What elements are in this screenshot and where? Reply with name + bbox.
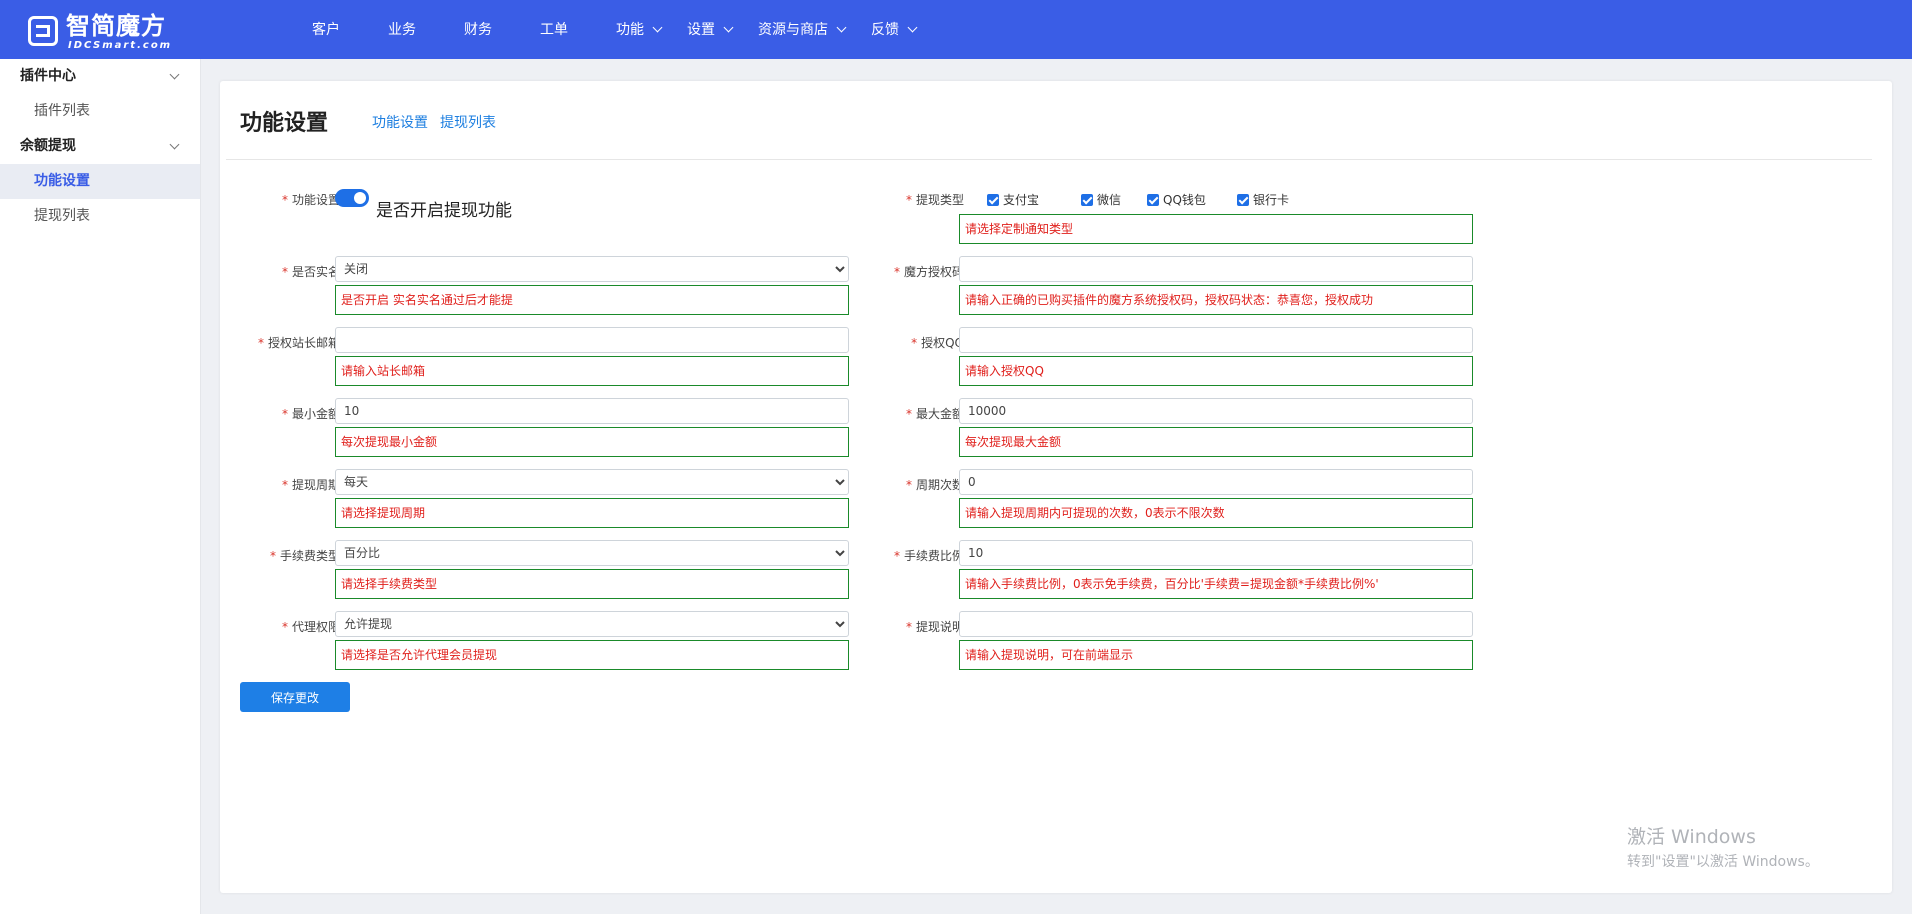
auth-code-label: * 魔方授权码 [893,265,964,279]
sidebar-item-plugin-list[interactable]: 插件列表 [0,94,200,129]
watermark-line1: 激活 Windows [1627,826,1756,848]
chevron-down-icon [169,69,180,80]
nav-label: 功能 [616,21,644,38]
withdraw-type-label: * 提现类型 [905,193,964,207]
nav-item-finance[interactable]: 财务 [464,0,492,59]
brand-name: 智简魔方 [66,12,166,40]
nav-item-settings[interactable]: 设置 [687,0,734,59]
real-name-hint: 是否开启 实名实名通过后才能提 [335,285,849,315]
nav-item-business[interactable]: 业务 [388,0,416,59]
sidebar-item-withdraw-list[interactable]: 提现列表 [0,199,200,234]
chevron-down-icon [836,22,847,33]
real-name-label: * 是否实名 [281,265,340,279]
fee-type-hint: 请选择手续费类型 [335,569,849,599]
checkbox-checked-icon [1147,193,1159,206]
tab-feature-settings[interactable]: 功能设置 [372,112,428,132]
sidebar-item-feature-settings[interactable]: 功能设置 [0,164,200,199]
withdraw-type-hint: 请选择定制通知类型 [959,214,1473,244]
chevron-down-icon [723,22,734,33]
checkbox-bank-card[interactable]: 银行卡 [1237,191,1289,208]
brand-sub: IDCSmart.com [68,40,173,51]
checkbox-wechat[interactable]: 微信 [1081,191,1121,208]
real-name-select[interactable]: 关闭 [335,256,849,282]
email-input[interactable] [335,327,849,353]
tab-withdraw-list[interactable]: 提现列表 [440,112,496,132]
chevron-down-icon [169,139,180,150]
checkbox-alipay[interactable]: 支付宝 [987,191,1039,208]
nav-item-resources-store[interactable]: 资源与商店 [758,0,847,59]
save-button[interactable]: 保存更改 [240,682,350,712]
nav-label: 资源与商店 [758,21,828,38]
period-select[interactable]: 每天 [335,469,849,495]
logo-icon [28,16,58,46]
sidebar: 插件中心 插件列表 余额提现 功能设置 提现列表 [0,59,201,914]
nav-label: 工单 [540,21,568,38]
nav-item-feedback[interactable]: 反馈 [871,0,918,59]
nav-label: 财务 [464,21,492,38]
email-hint: 请输入站长邮箱 [335,356,849,386]
header-divider [226,159,1872,160]
nav-label: 设置 [687,21,715,38]
agent-permission-select[interactable]: 允许提现 [335,611,849,637]
top-navbar: 智简魔方 IDCSmart.com 客户 业务 财务 工单 功能 设置 资源与商… [0,0,1912,59]
nav-label: 客户 [312,21,340,38]
fee-ratio-input[interactable] [959,540,1473,566]
page-title: 功能设置 [240,111,329,136]
chevron-down-icon [652,22,663,33]
period-count-hint: 请输入提现周期内可提现的次数，0表示不限次数 [959,498,1473,528]
min-amount-hint: 每次提现最小金额 [335,427,849,457]
period-count-input[interactable] [959,469,1473,495]
enable-label: * 功能设置 [281,193,340,207]
nav-item-tickets[interactable]: 工单 [540,0,568,59]
fee-type-select[interactable]: 百分比 [335,540,849,566]
auth-code-hint: 请输入正确的已购买插件的魔方系统授权码，授权码状态：恭喜您，授权成功 [959,285,1473,315]
content-card: 功能设置 功能设置 提现列表 * 功能设置 是否开启提现功能 * 提现类型 支付宝 … [220,81,1892,893]
period-label: * 提现周期 [281,478,340,492]
nav-label: 业务 [388,21,416,38]
qq-label: * 授权QQ [911,336,964,350]
checkbox-qq-wallet[interactable]: QQ钱包 [1147,191,1206,208]
enable-withdraw-toggle[interactable] [335,189,369,207]
chevron-down-icon [907,22,918,33]
sidebar-group-label: 余额提现 [20,138,76,154]
qq-hint: 请输入授权QQ [959,356,1473,386]
max-amount-label: * 最大金额 [905,407,964,421]
enable-withdraw-text: 是否开启提现功能 [376,201,512,221]
min-amount-input[interactable] [335,398,849,424]
nav-item-features[interactable]: 功能 [616,0,663,59]
checkbox-checked-icon [987,193,999,206]
fee-ratio-label: * 手续费比例 [893,549,964,563]
checkbox-checked-icon [1237,193,1249,206]
sidebar-group-plugin-center[interactable]: 插件中心 [0,59,200,94]
period-count-label: * 周期次数 [905,478,964,492]
note-label: * 提现说明 [905,620,964,634]
main-nav: 客户 业务 财务 工单 功能 设置 资源与商店 反馈 [312,0,942,59]
page-tabs: 功能设置 提现列表 [372,112,508,132]
sidebar-group-balance-withdraw[interactable]: 余额提现 [0,129,200,164]
period-hint: 请选择提现周期 [335,498,849,528]
note-hint: 请输入提现说明，可在前端显示 [959,640,1473,670]
qq-input[interactable] [959,327,1473,353]
nav-item-customers[interactable]: 客户 [312,0,340,59]
note-input[interactable] [959,611,1473,637]
sidebar-group-label: 插件中心 [20,68,76,84]
agent-label: * 代理权限 [281,620,340,634]
checkbox-checked-icon [1081,193,1093,206]
windows-activation-watermark: 激活 Windows 转到"设置"以激活 Windows。 [1627,822,1819,871]
min-amount-label: * 最小金额 [281,407,340,421]
fee-ratio-hint: 请输入手续费比例，0表示免手续费，百分比'手续费=提现金额*手续费比例%' [959,569,1473,599]
auth-code-input[interactable] [959,256,1473,282]
max-amount-input[interactable] [959,398,1473,424]
nav-label: 反馈 [871,21,899,38]
max-amount-hint: 每次提现最大金额 [959,427,1473,457]
fee-type-label: * 手续费类型 [269,549,340,563]
watermark-line2: 转到"设置"以激活 Windows。 [1627,854,1819,870]
email-label: * 授权站长邮箱 [257,336,340,350]
agent-hint: 请选择是否允许代理会员提现 [335,640,849,670]
